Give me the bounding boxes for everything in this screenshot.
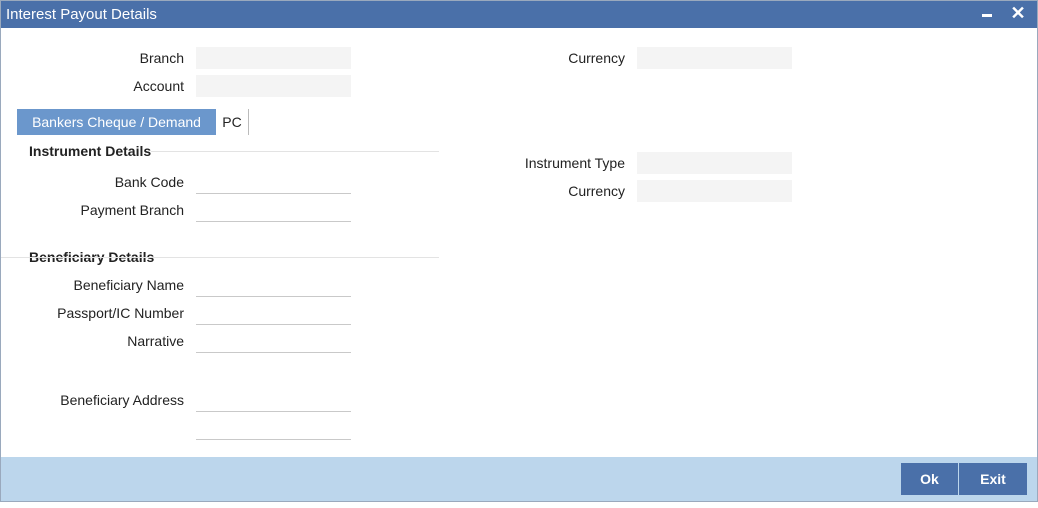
exit-button[interactable]: Exit [959,463,1027,495]
instrument-details-heading: Instrument Details [29,143,152,159]
currency-field[interactable] [637,47,792,69]
window-title: Interest Payout Details [6,6,157,23]
ok-button[interactable]: Ok [901,463,958,495]
instrument-type-label: Instrument Type [524,155,625,171]
beneficiary-address-line2[interactable] [196,417,351,440]
instrument-type-field[interactable] [637,152,792,174]
payment-branch-field[interactable] [196,199,351,222]
beneficiary-name-label: Beneficiary Name [73,277,185,293]
tab-pc[interactable]: PC [216,109,249,135]
instrument-currency-field[interactable] [637,180,792,202]
account-field[interactable] [196,75,351,97]
beneficiary-divider [1,257,439,258]
minimize-icon[interactable] [977,3,997,23]
beneficiary-address-label: Beneficiary Address [60,392,184,408]
tab-bankers-cheque[interactable]: Bankers Cheque / Demand Draft [17,109,216,156]
passport-field[interactable] [196,302,351,325]
beneficiary-name-field[interactable] [196,274,351,297]
currency-label: Currency [568,50,625,66]
title-bar: Interest Payout Details ✕ [1,1,1037,28]
payment-branch-label: Payment Branch [80,202,185,218]
interest-payout-window: Interest Payout Details ✕ Branch Account… [0,0,1038,502]
beneficiary-address-line1[interactable] [196,389,351,412]
instrument-divider [151,151,439,152]
passport-label: Passport/IC Number [57,305,184,321]
narrative-label: Narrative [127,333,184,349]
account-label: Account [133,78,184,94]
bank-code-field[interactable] [196,171,351,194]
footer-bar [1,457,1037,501]
branch-field[interactable] [196,47,351,69]
branch-label: Branch [139,50,184,66]
instrument-currency-label: Currency [568,183,625,199]
close-icon[interactable]: ✕ [1008,3,1028,23]
bank-code-label: Bank Code [114,174,184,190]
narrative-field[interactable] [196,330,351,353]
